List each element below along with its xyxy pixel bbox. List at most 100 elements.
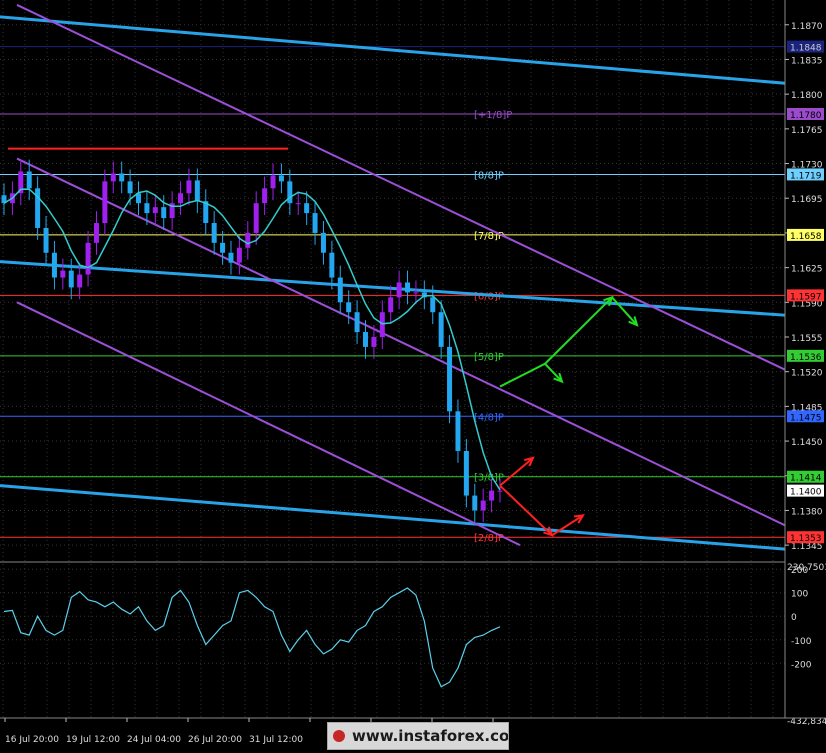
bull-arrow-1 <box>499 362 563 388</box>
candle-body <box>245 232 251 248</box>
price-tick-label: 1.1450 <box>791 438 823 448</box>
candle-body <box>211 223 217 243</box>
candle-body <box>346 302 352 313</box>
murray-price-tag: 1.1414 <box>790 474 822 484</box>
murray-price-tag: 1.1353 <box>790 534 822 544</box>
candle-body <box>430 297 436 313</box>
candle-body <box>447 346 453 412</box>
candle-body <box>51 252 57 278</box>
bull-arrow-2 <box>544 296 613 365</box>
bull-arrow-3 <box>611 296 638 326</box>
candle-body <box>405 282 411 293</box>
candle-body <box>354 312 360 333</box>
candle-body <box>60 270 66 278</box>
candle-body <box>438 312 444 347</box>
candle-body <box>161 207 167 219</box>
candle-body <box>85 242 91 275</box>
candle-body <box>152 207 158 214</box>
candle-body <box>497 490 503 492</box>
time-tick-label: 26 Jul 20:00 <box>188 735 242 745</box>
price-tick-label: 1.1380 <box>791 507 823 517</box>
price-tick-label: 1.1870 <box>791 22 823 32</box>
price-tick-label: 1.1800 <box>791 91 823 101</box>
candle-body <box>362 332 368 347</box>
candle-body <box>110 173 116 182</box>
top-level-tag: 1.1848 <box>790 44 822 54</box>
indicator-tick-label: 0 <box>791 613 797 623</box>
candle-body <box>371 336 377 347</box>
current-price-tag: 1.1400 <box>790 488 822 498</box>
murray-price-tag: 1.1597 <box>790 292 822 302</box>
indicator-tick-label: 100 <box>791 590 808 600</box>
candle-body <box>320 232 326 253</box>
regression-channel-line <box>16 157 786 527</box>
murray-price-tag: 1.1780 <box>790 111 822 121</box>
candle-body <box>480 500 486 511</box>
time-tick-label: 16 Jul 20:00 <box>5 735 59 745</box>
candle-body <box>304 203 310 214</box>
candle-body <box>93 223 99 243</box>
candle-body <box>312 213 318 233</box>
candle-body <box>26 171 32 189</box>
forex-chart: [+1/8]P[8/8]P[7/8]P[6/8]P[5/8]P[4/8]P[3/… <box>0 0 826 745</box>
candle-body <box>127 181 133 194</box>
murray-level-label: [3/8]P <box>474 473 504 484</box>
murray-price-tag: 1.1475 <box>790 413 822 423</box>
trend-channel-line <box>0 15 786 85</box>
time-tick-label: 19 Jul 12:00 <box>66 735 120 745</box>
candle-body <box>379 312 385 337</box>
watermark-text: www.instaforex.com <box>352 727 508 745</box>
candle-body <box>178 193 184 204</box>
candle-body <box>262 188 268 204</box>
murray-level-label: [4/8]P <box>474 412 504 423</box>
candle-body <box>463 450 469 496</box>
candle-body <box>186 180 192 194</box>
candle-body <box>119 173 125 182</box>
watermark-banner: www.instaforex.com <box>327 722 525 750</box>
indicator-top-label: 230,7501 <box>787 563 826 573</box>
candle-body <box>388 297 394 313</box>
candle-body <box>253 203 259 233</box>
price-tick-label: 1.1695 <box>791 195 823 205</box>
price-tick-label: 1.1625 <box>791 265 823 275</box>
candle-body <box>413 292 419 294</box>
bear-arrow-1 <box>499 457 534 487</box>
price-tick-label: 1.1520 <box>791 369 823 379</box>
candle-body <box>102 181 108 224</box>
candle-body <box>144 203 150 214</box>
candle-body <box>489 490 495 501</box>
murray-level-label: [7/8]P <box>474 231 504 242</box>
cci-line <box>3 587 501 688</box>
candle-body <box>68 270 74 288</box>
murray-level-label: [+1/8]P <box>474 110 512 121</box>
candle-body <box>77 274 83 288</box>
time-tick-label: 31 Jul 12:00 <box>249 735 303 745</box>
candle-body <box>194 180 200 202</box>
candle-body <box>295 203 301 205</box>
candle-body <box>329 252 335 278</box>
candle-body <box>472 495 478 511</box>
moving-average-line <box>3 188 501 491</box>
price-tick-label: 1.1765 <box>791 126 823 136</box>
indicator-tick-label: -200 <box>791 660 812 670</box>
candle-body <box>236 247 242 263</box>
candle-body <box>278 175 284 182</box>
candle-body <box>228 252 234 263</box>
price-tick-label: 1.1555 <box>791 334 823 344</box>
price-tick-label: 1.1835 <box>791 56 823 66</box>
murray-level-label: [8/8]P <box>474 170 504 181</box>
candle-body <box>337 277 343 303</box>
candle-body <box>43 227 49 253</box>
murray-price-tag: 1.1536 <box>790 353 822 363</box>
indicator-tick-label: -100 <box>791 637 812 647</box>
murray-level-label: [5/8]P <box>474 352 504 363</box>
candle-body <box>287 181 293 204</box>
trend-channel-line <box>0 484 786 551</box>
murray-price-tag: 1.1719 <box>790 171 822 181</box>
candle-body <box>270 175 276 189</box>
candle-body <box>220 242 226 253</box>
time-tick-label: 24 Jul 04:00 <box>127 735 181 745</box>
candle-body <box>396 282 402 298</box>
murray-price-tag: 1.1658 <box>790 232 822 242</box>
candle-body <box>455 411 461 451</box>
